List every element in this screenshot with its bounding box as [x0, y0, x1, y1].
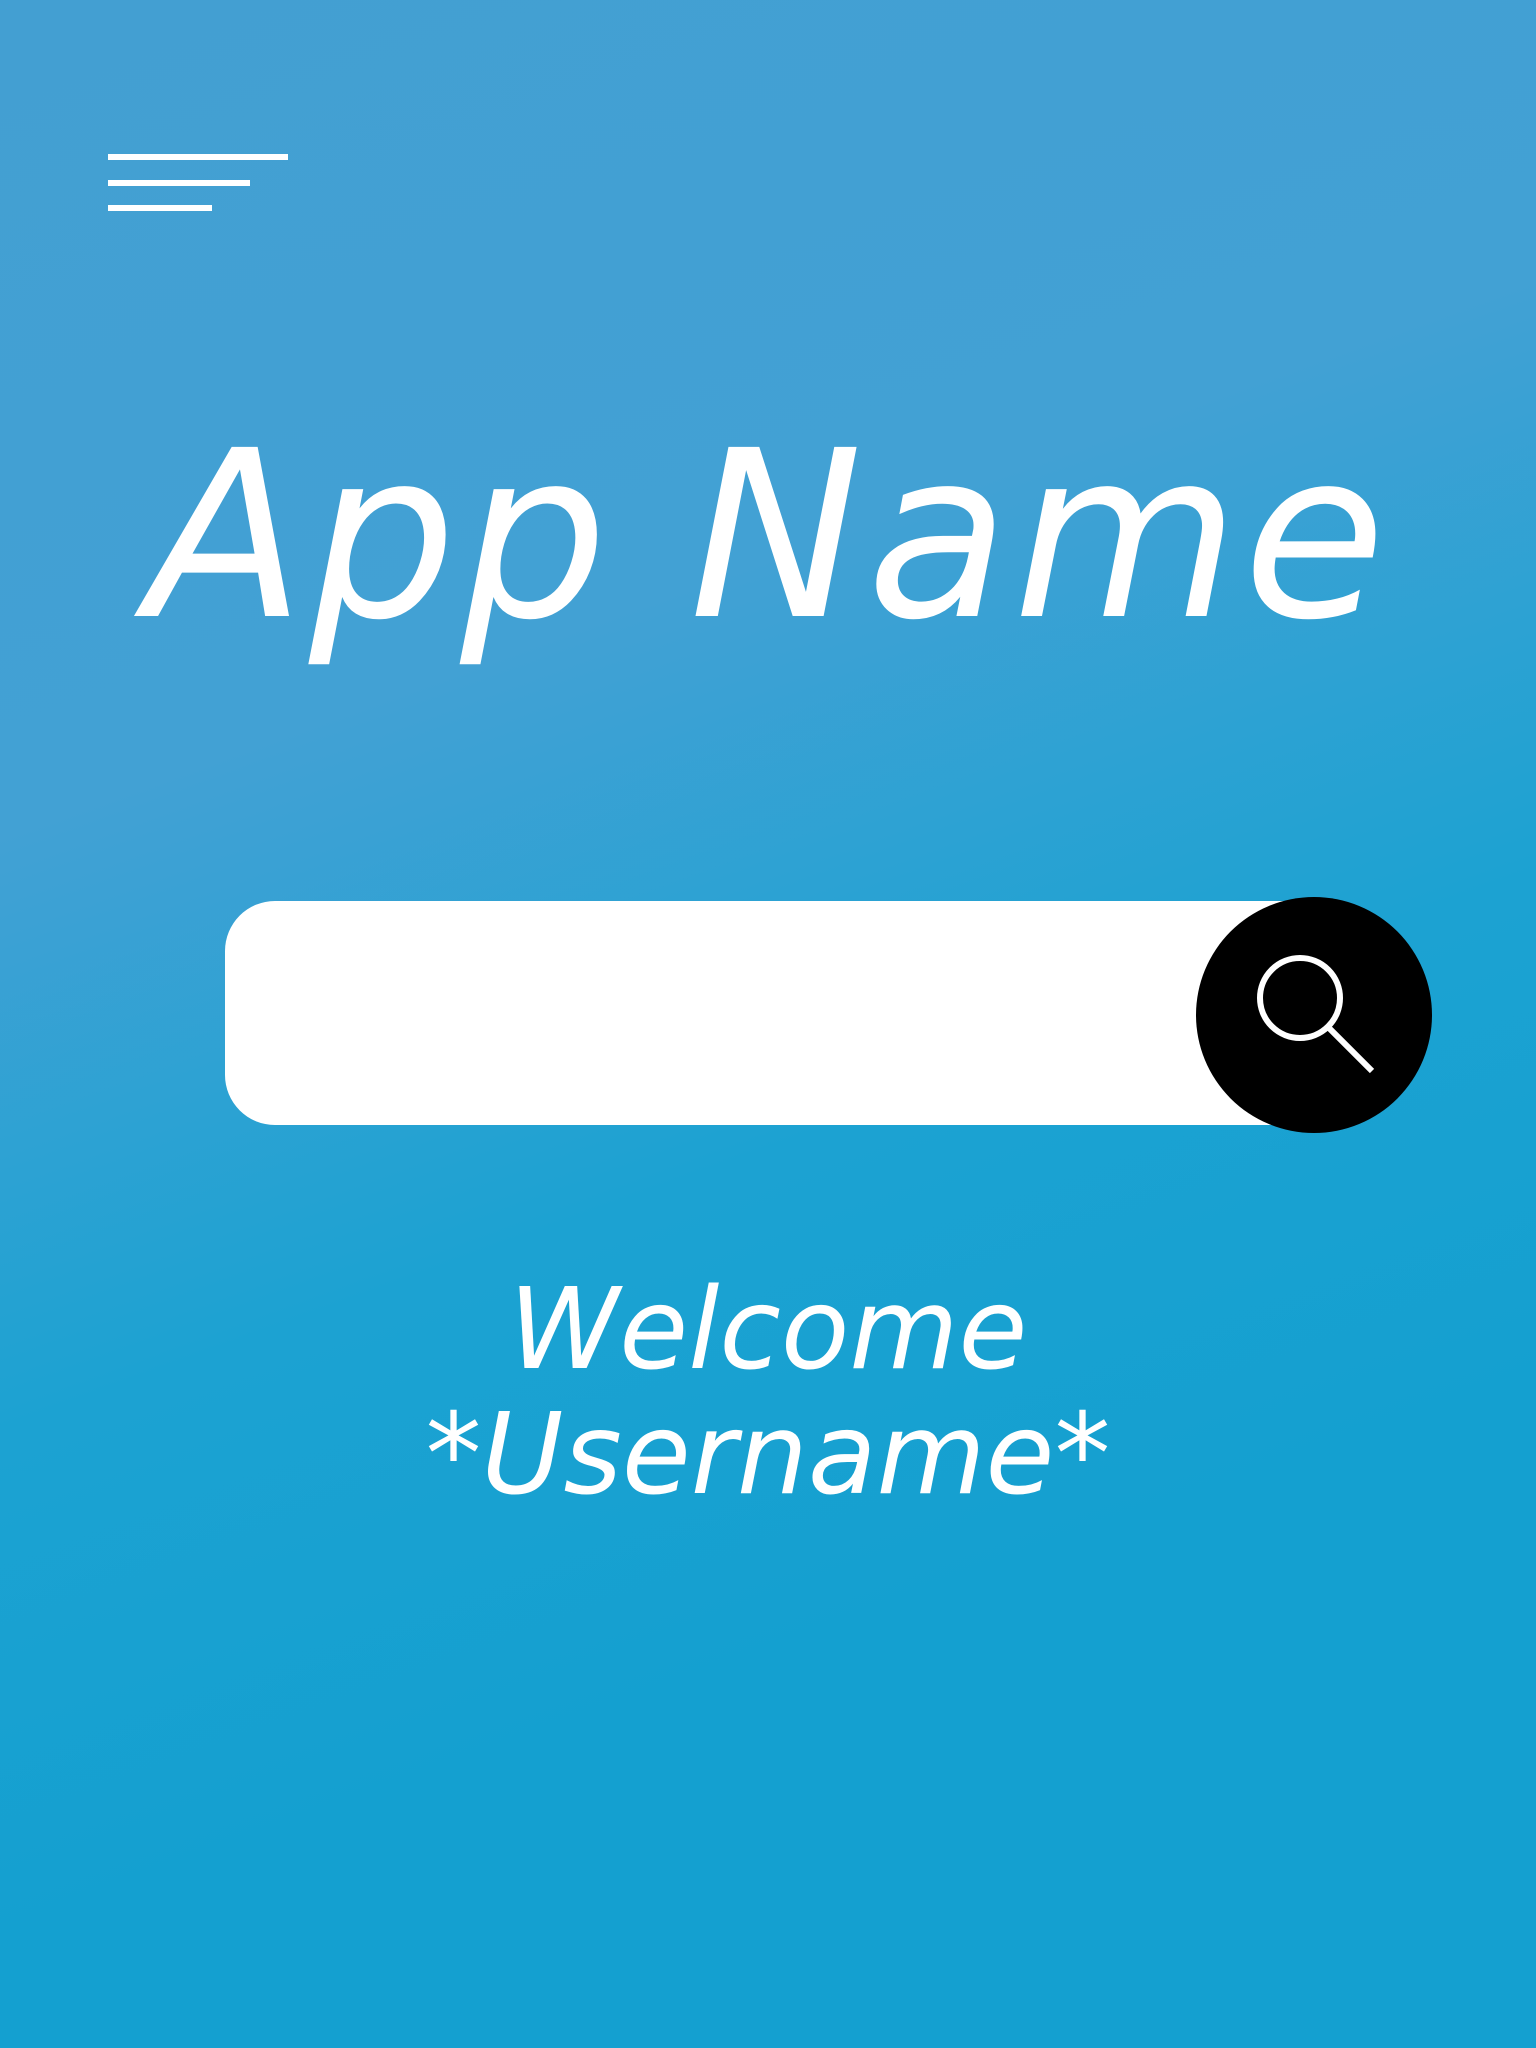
menu-icon-line	[108, 154, 288, 160]
menu-icon-line	[108, 205, 212, 211]
search-button[interactable]	[1196, 897, 1432, 1133]
app-title: App Name	[146, 401, 1390, 671]
search-bar	[225, 901, 1335, 1125]
welcome-username: *Username*	[425, 1390, 1111, 1520]
menu-icon-line	[108, 180, 250, 186]
welcome-greeting: Welcome	[508, 1265, 1028, 1395]
search-input[interactable]	[245, 901, 1245, 1125]
menu-button[interactable]	[108, 150, 292, 220]
search-icon	[1257, 955, 1375, 1074]
welcome-message: Welcome *Username*	[0, 1268, 1536, 1518]
